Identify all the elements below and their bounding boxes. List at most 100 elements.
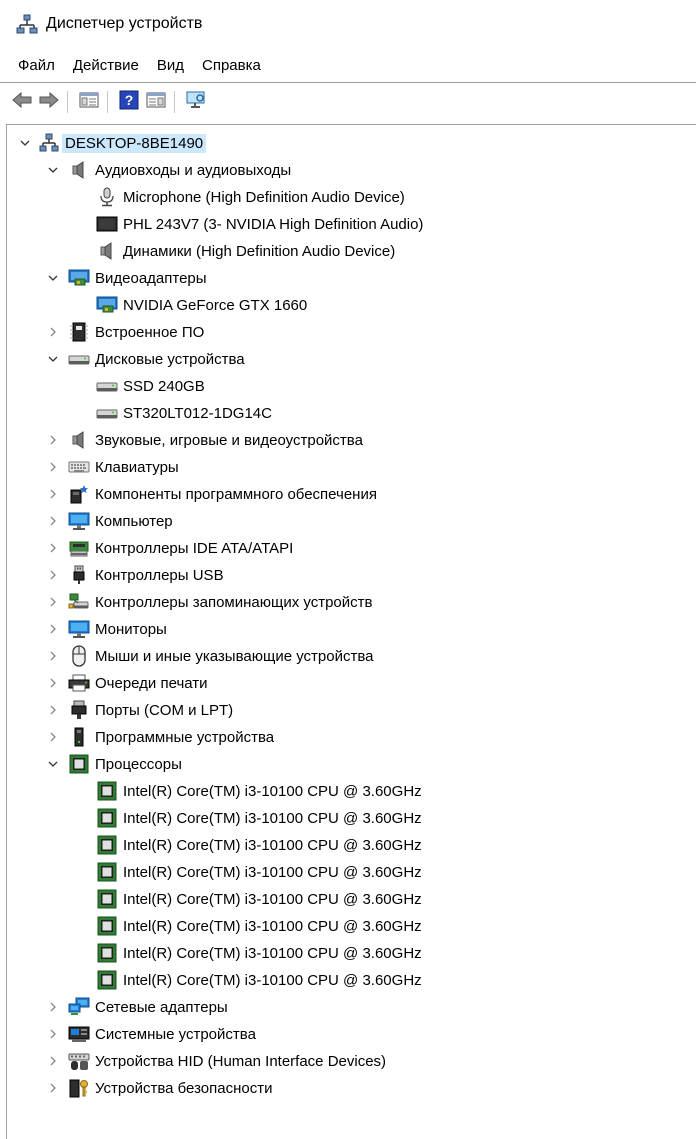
tree-category[interactable]: Процессоры [67,752,182,776]
help-button[interactable]: ? [117,90,141,114]
tree-item-label: Компоненты программного обеспечения [95,485,377,503]
tree-device[interactable]: Intel(R) Core(TM) i3-10100 CPU @ 3.60GHz [95,779,422,803]
tree-item-label: Intel(R) Core(TM) i3-10100 CPU @ 3.60GHz [123,836,422,854]
tree-item-label: Intel(R) Core(TM) i3-10100 CPU @ 3.60GHz [123,971,422,989]
tree-device[interactable]: SSD 240GB [95,374,205,398]
tree-category[interactable]: Контроллеры запоминающих устройств [67,590,372,614]
tree-category[interactable]: Программные устройства [67,725,274,749]
menu-action[interactable]: Действие [64,57,148,74]
disk-drive-icon [67,348,91,370]
software-component-icon [67,483,91,505]
console-tree-icon [79,91,99,114]
security-device-icon [67,1077,91,1099]
tree-item-label: PHL 243V7 (3- NVIDIA High Definition Aud… [123,215,424,233]
expand-chevron-icon[interactable] [45,432,61,448]
expand-chevron-icon[interactable] [45,999,61,1015]
tree-item-label: Intel(R) Core(TM) i3-10100 CPU @ 3.60GHz [123,809,422,827]
tree-category[interactable]: Аудиовходы и аудиовыходы [67,158,291,182]
tree-device[interactable]: Intel(R) Core(TM) i3-10100 CPU @ 3.60GHz [95,941,422,965]
expand-chevron-icon[interactable] [45,459,61,475]
tree-category[interactable]: Мониторы [67,617,167,641]
tree-item-label: Intel(R) Core(TM) i3-10100 CPU @ 3.60GHz [123,863,422,881]
expand-chevron-icon[interactable] [45,729,61,745]
tree-device[interactable]: Intel(R) Core(TM) i3-10100 CPU @ 3.60GHz [95,968,422,992]
collapse-chevron-icon[interactable] [45,756,61,772]
processor-icon [95,969,119,991]
software-device-icon [67,726,91,748]
collapse-chevron-icon[interactable] [17,135,33,151]
tree-device[interactable]: NVIDIA GeForce GTX 1660 [95,293,307,317]
tree-device[interactable]: Microphone (High Definition Audio Device… [95,185,405,209]
tree-device[interactable]: Intel(R) Core(TM) i3-10100 CPU @ 3.60GHz [95,860,422,884]
tree-category[interactable]: Мыши и иные указывающие устройства [67,644,373,668]
printer-icon [67,672,91,694]
monitor-icon [67,618,91,640]
tree-device[interactable]: Intel(R) Core(TM) i3-10100 CPU @ 3.60GHz [95,914,422,938]
tree-category[interactable]: Контроллеры USB [67,563,224,587]
tree-category[interactable]: Дисковые устройства [67,347,245,371]
tree-device[interactable]: Динамики (High Definition Audio Device) [95,239,395,263]
tree-category[interactable]: Компоненты программного обеспечения [67,482,377,506]
expand-chevron-icon[interactable] [45,513,61,529]
disk-drive-icon [95,375,119,397]
tree-category[interactable]: Устройства безопасности [67,1076,272,1100]
tree-item-label: Устройства HID (Human Interface Devices) [95,1052,387,1070]
tree-category[interactable]: Устройства HID (Human Interface Devices) [67,1049,386,1073]
toolbar-separator [174,91,175,113]
collapse-chevron-icon[interactable] [45,351,61,367]
tree-device[interactable]: Intel(R) Core(TM) i3-10100 CPU @ 3.60GHz [95,887,422,911]
scan-hardware-button[interactable] [184,90,208,114]
tree-item-label: SSD 240GB [123,377,205,395]
tree-category[interactable]: Компьютер [67,509,173,533]
menu-file[interactable]: Файл [0,57,64,74]
mouse-icon [67,645,91,667]
tree-category[interactable]: Очереди печати [67,671,208,695]
device-tree[interactable]: DESKTOP-8BE1490 Аудиовходы и аудиовыходы M… [6,124,696,1139]
expand-chevron-icon[interactable] [45,648,61,664]
tree-device[interactable]: ST320LT012-1DG14C [95,401,272,425]
processor-icon [95,942,119,964]
forward-button[interactable] [37,90,61,114]
tree-device[interactable]: PHL 243V7 (3- NVIDIA High Definition Aud… [95,212,423,236]
tree-category[interactable]: Клавиатуры [67,455,179,479]
tree-device[interactable]: Intel(R) Core(TM) i3-10100 CPU @ 3.60GHz [95,833,422,857]
tree-category[interactable]: Видеоадаптеры [67,266,207,290]
tree-category[interactable]: Контроллеры IDE ATA/ATAPI [67,536,293,560]
expand-chevron-icon[interactable] [45,1080,61,1096]
tree-item-label: Видеоадаптеры [95,269,207,287]
tree-root[interactable]: DESKTOP-8BE1490 [37,131,207,155]
tree-category[interactable]: Встроенное ПО [67,320,204,344]
tree-category[interactable]: Порты (COM и LPT) [67,698,233,722]
expand-chevron-icon[interactable] [45,675,61,691]
expand-chevron-icon[interactable] [45,702,61,718]
expand-chevron-icon[interactable] [45,567,61,583]
tree-item-label: Звуковые, игровые и видеоустройства [95,431,363,449]
menu-help[interactable]: Справка [193,57,270,74]
collapse-chevron-icon[interactable] [45,270,61,286]
tree-item-label: Microphone (High Definition Audio Device… [123,188,405,206]
menu-view[interactable]: Вид [148,57,193,74]
properties-pane-button[interactable] [144,90,168,114]
help-icon: ? [119,90,139,115]
expand-chevron-icon[interactable] [45,324,61,340]
expand-chevron-icon[interactable] [45,1026,61,1042]
tree-category[interactable]: Сетевые адаптеры [67,995,228,1019]
expand-chevron-icon[interactable] [45,594,61,610]
tree-item-label: Процессоры [95,755,182,773]
tree-category[interactable]: Системные устройства [67,1022,256,1046]
usb-icon [67,564,91,586]
collapse-chevron-icon[interactable] [45,162,61,178]
tree-item-label: Компьютер [95,512,173,530]
tree-category[interactable]: Звуковые, игровые и видеоустройства [67,428,363,452]
microphone-icon [95,186,119,208]
show-hide-console-tree-button[interactable] [77,90,101,114]
expand-chevron-icon[interactable] [45,1053,61,1069]
tree-device[interactable]: Intel(R) Core(TM) i3-10100 CPU @ 3.60GHz [95,806,422,830]
processor-icon [95,861,119,883]
expand-chevron-icon[interactable] [45,540,61,556]
expand-chevron-icon[interactable] [45,486,61,502]
expand-chevron-icon[interactable] [45,621,61,637]
back-button[interactable] [10,90,34,114]
processor-icon [95,834,119,856]
monitor-icon [67,510,91,532]
